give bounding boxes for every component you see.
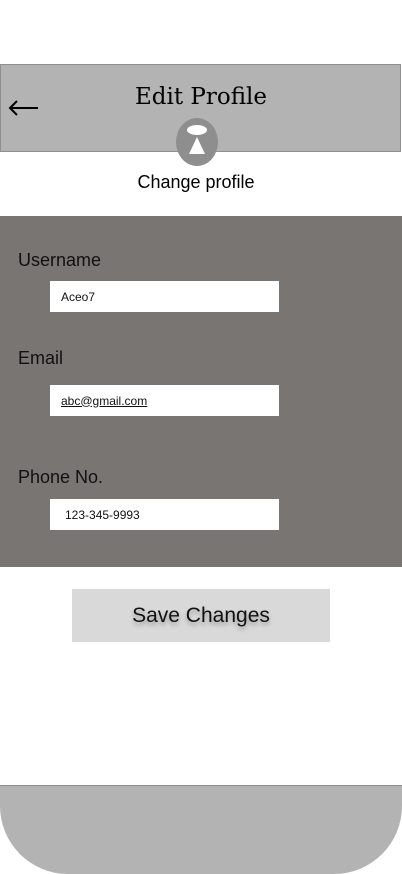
phone-field[interactable] (50, 499, 279, 530)
profile-form: Username Email Phone No. (0, 216, 402, 567)
phone-label: Phone No. (18, 467, 104, 487)
username-field[interactable] (50, 281, 279, 312)
user-silhouette-icon (187, 125, 207, 154)
email-field[interactable] (50, 385, 279, 416)
save-changes-button[interactable]: Save Changes (72, 589, 330, 642)
bottom-bar (0, 785, 402, 874)
avatar[interactable] (176, 118, 218, 166)
page-title: Edit Profile (134, 84, 268, 110)
change-profile-link[interactable]: Change profile (0, 171, 392, 193)
email-label: Email (18, 348, 64, 368)
username-label: Username (18, 250, 102, 270)
